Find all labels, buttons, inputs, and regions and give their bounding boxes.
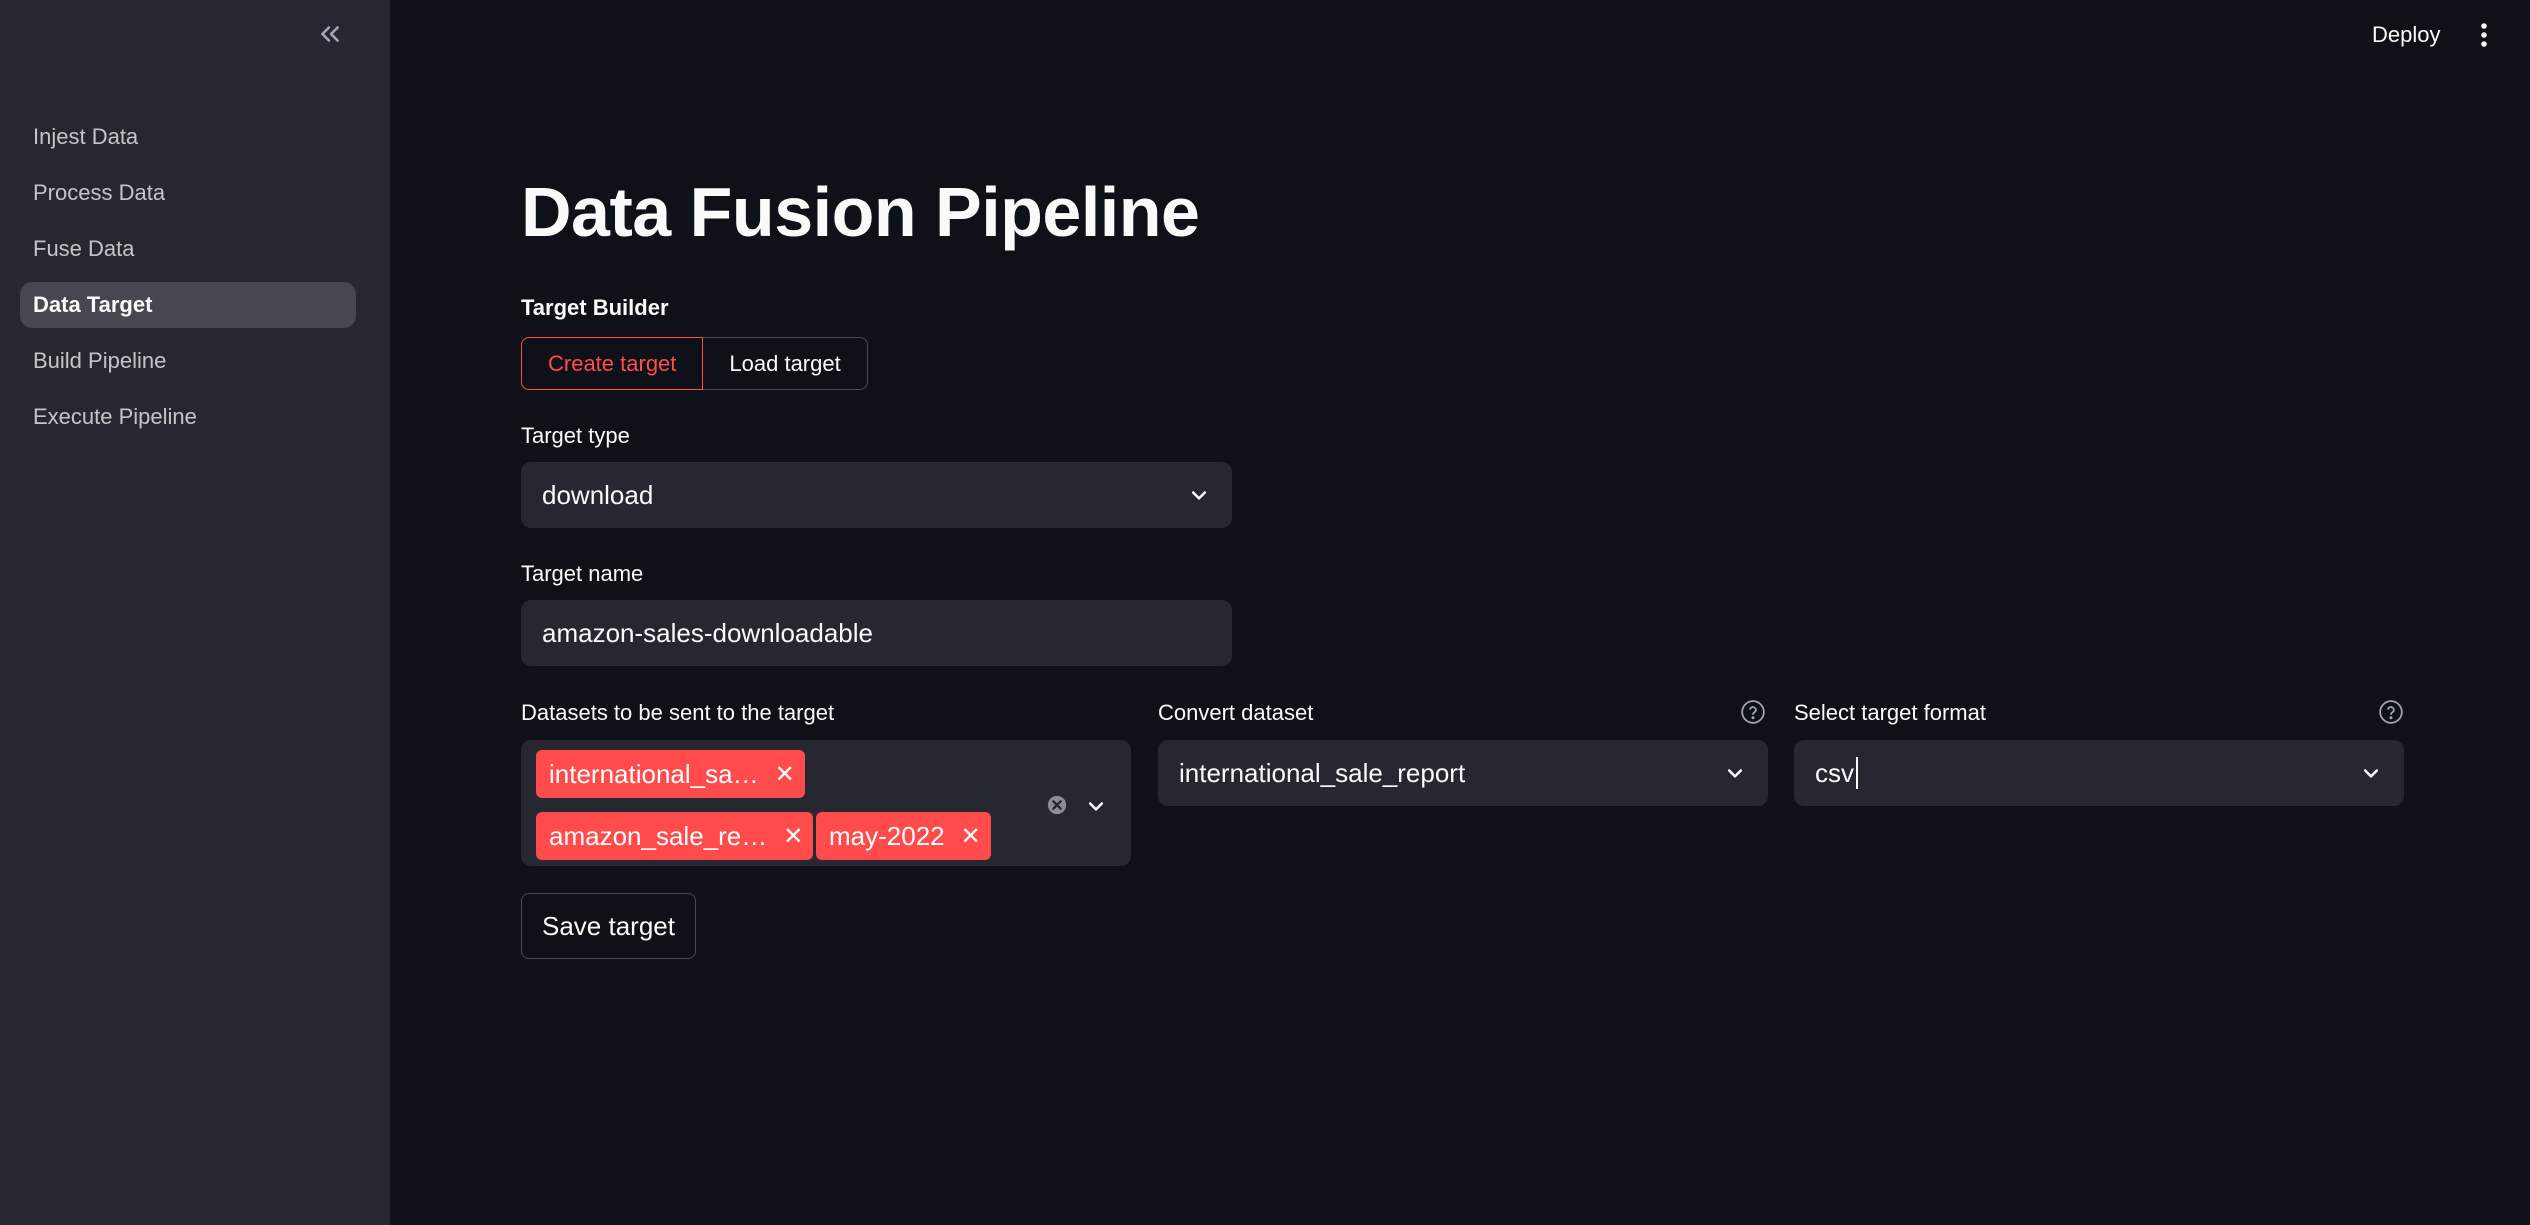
help-icon[interactable] [2378,699,2404,725]
sidebar-item-data-target[interactable]: Data Target [20,282,356,328]
target-builder-segmented-control: Create target Load target [521,337,868,390]
help-icon[interactable] [1740,699,1766,725]
dataset-chip: may-2022 ✕ [816,812,991,860]
target-name-input[interactable]: amazon-sales-downloadable [521,600,1232,666]
kebab-menu-icon [2481,23,2487,47]
target-type-select[interactable]: download [521,462,1232,528]
chevron-down-icon [2360,762,2382,784]
load-target-option[interactable]: Load target [703,337,868,390]
page-title: Data Fusion Pipeline [521,173,1200,251]
sidebar-item-fuse-data[interactable]: Fuse Data [20,226,356,272]
remove-chip-icon[interactable]: ✕ [783,822,803,851]
main-menu-button[interactable] [2466,16,2502,54]
sidebar-item-process-data[interactable]: Process Data [20,170,356,216]
sidebar: Injest Data Process Data Fuse Data Data … [0,0,390,1225]
remove-chip-icon[interactable]: ✕ [961,822,981,851]
target-name-value: amazon-sales-downloadable [542,617,873,648]
chevron-down-icon [1724,762,1746,784]
dataset-chip: amazon_sale_re… ✕ [536,812,814,860]
sidebar-item-build-pipeline[interactable]: Build Pipeline [20,338,356,384]
double-chevron-left-icon [321,26,339,42]
chevron-down-icon[interactable] [1086,792,1108,814]
convert-dataset-value: international_sale_report [1179,757,1466,788]
text-cursor [1856,757,1858,789]
collapse-sidebar-button[interactable] [312,16,348,52]
convert-dataset-label: Convert dataset [1158,700,1314,725]
target-builder-label: Target Builder [521,295,669,320]
chevron-down-icon [1188,484,1210,506]
datasets-multiselect[interactable]: international_sa… ✕ amazon_sale_re… ✕ ma… [521,740,1131,866]
dataset-chip: international_sa… ✕ [536,750,805,798]
dataset-chip-label: international_sa… [549,758,759,789]
create-target-option[interactable]: Create target [521,337,704,390]
target-type-value: download [542,479,654,510]
deploy-button[interactable]: Deploy [2356,16,2456,54]
dataset-chip-label: amazon_sale_re… [549,820,768,851]
dataset-chip-label: may-2022 [829,820,945,851]
target-type-label: Target type [521,423,630,448]
save-target-button[interactable]: Save target [521,893,696,959]
sidebar-item-injest-data[interactable]: Injest Data [20,114,356,160]
sidebar-nav: Injest Data Process Data Fuse Data Data … [20,114,356,450]
target-format-label: Select target format [1794,700,1986,725]
clear-all-icon[interactable] [1046,792,1068,815]
remove-chip-icon[interactable]: ✕ [775,760,795,789]
sidebar-item-execute-pipeline[interactable]: Execute Pipeline [20,394,356,440]
datasets-label: Datasets to be sent to the target [521,700,835,725]
target-name-label: Target name [521,561,644,586]
convert-dataset-select[interactable]: international_sale_report [1158,740,1768,806]
target-format-value: csv [1815,757,1854,788]
target-format-select[interactable]: csv [1794,740,2404,806]
